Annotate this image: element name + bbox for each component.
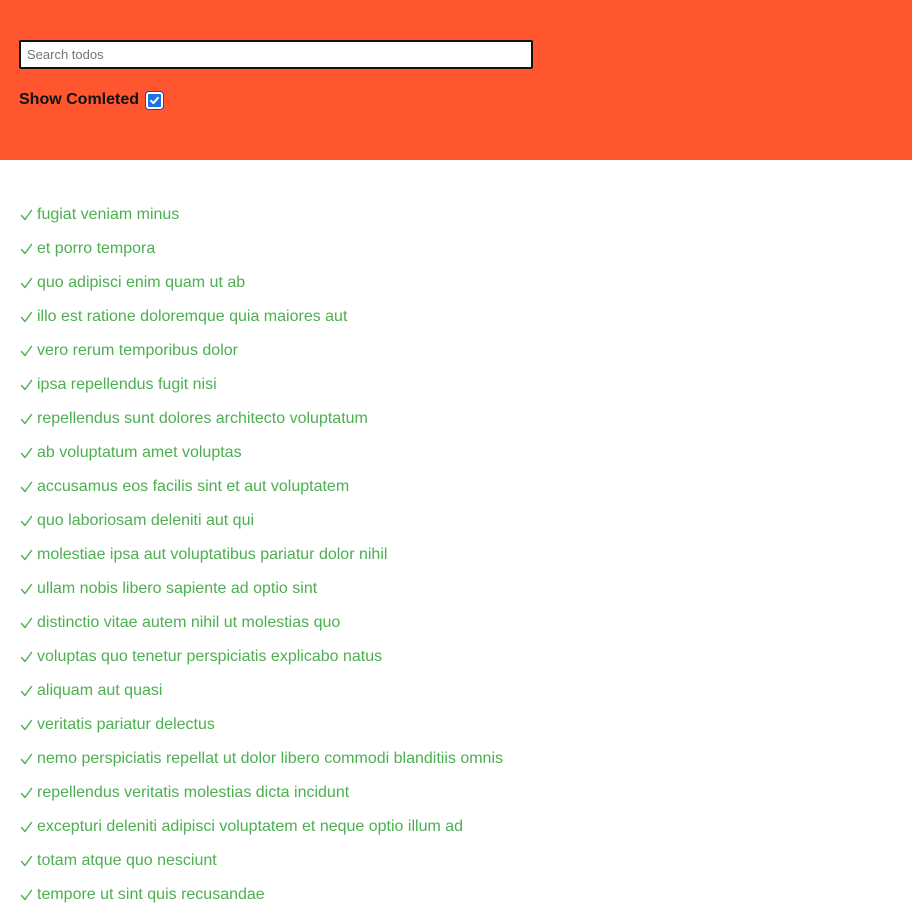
- checkmark-icon: [150, 96, 160, 104]
- todo-text: quo adipisci enim quam ut ab: [37, 274, 246, 291]
- todo-text: distinctio vitae autem nihil ut molestia…: [37, 614, 341, 631]
- header-bar: Show Comleted: [0, 0, 912, 160]
- check-icon: [19, 378, 33, 392]
- check-icon: [19, 718, 33, 732]
- check-icon: [19, 650, 33, 664]
- check-icon: [19, 514, 33, 528]
- todo-item[interactable]: vero rerum temporibus dolor: [19, 334, 503, 368]
- todo-text: nemo perspiciatis repellat ut dolor libe…: [37, 750, 503, 767]
- check-icon: [19, 548, 33, 562]
- check-icon: [19, 582, 33, 596]
- todo-text: voluptas quo tenetur perspiciatis explic…: [37, 648, 383, 665]
- todo-list: fugiat veniam minus et porro tempora quo a…: [19, 198, 503, 912]
- todo-text: ullam nobis libero sapiente ad optio sin…: [37, 580, 318, 597]
- check-icon: [19, 344, 33, 358]
- todo-item[interactable]: excepturi deleniti adipisci voluptatem e…: [19, 810, 503, 844]
- todo-item[interactable]: accusamus eos facilis sint et aut volupt…: [19, 470, 503, 504]
- todo-item[interactable]: ab voluptatum amet voluptas: [19, 436, 503, 470]
- check-icon: [19, 854, 33, 868]
- show-completed-filter: Show Comleted: [19, 88, 164, 112]
- todo-item[interactable]: quo laboriosam deleniti aut qui: [19, 504, 503, 538]
- check-icon: [19, 684, 33, 698]
- todo-item[interactable]: tempore ut sint quis recusandae: [19, 878, 503, 912]
- todo-item[interactable]: molestiae ipsa aut voluptatibus pariatur…: [19, 538, 503, 572]
- todo-item[interactable]: ipsa repellendus fugit nisi: [19, 368, 503, 402]
- todo-item[interactable]: fugiat veniam minus: [19, 198, 503, 232]
- show-completed-checkbox[interactable]: [146, 91, 164, 109]
- check-icon: [19, 446, 33, 460]
- check-icon: [19, 752, 33, 766]
- todo-item[interactable]: nemo perspiciatis repellat ut dolor libe…: [19, 742, 503, 776]
- check-icon: [19, 888, 33, 902]
- check-icon: [19, 310, 33, 324]
- check-icon: [19, 480, 33, 494]
- todo-item[interactable]: et porro tempora: [19, 232, 503, 266]
- todo-item[interactable]: repellendus sunt dolores architecto volu…: [19, 402, 503, 436]
- todo-item[interactable]: ullam nobis libero sapiente ad optio sin…: [19, 572, 503, 606]
- todo-text: quo laboriosam deleniti aut qui: [37, 512, 255, 529]
- todo-item[interactable]: totam atque quo nesciunt: [19, 844, 503, 878]
- todo-item[interactable]: aliquam aut quasi: [19, 674, 503, 708]
- todo-text: et porro tempora: [37, 240, 156, 257]
- todo-text: aliquam aut quasi: [37, 682, 163, 699]
- todo-text: excepturi deleniti adipisci voluptatem e…: [37, 818, 464, 835]
- todo-text: ab voluptatum amet voluptas: [37, 444, 242, 461]
- todo-text: veritatis pariatur delectus: [37, 716, 215, 733]
- check-icon: [19, 820, 33, 834]
- todo-item[interactable]: voluptas quo tenetur perspiciatis explic…: [19, 640, 503, 674]
- check-icon: [19, 412, 33, 426]
- todo-item[interactable]: repellendus veritatis molestias dicta in…: [19, 776, 503, 810]
- todo-item[interactable]: quo adipisci enim quam ut ab: [19, 266, 503, 300]
- todo-item[interactable]: veritatis pariatur delectus: [19, 708, 503, 742]
- todo-text: illo est ratione doloremque quia maiores…: [37, 308, 348, 325]
- todo-text: tempore ut sint quis recusandae: [37, 886, 265, 903]
- todo-text: vero rerum temporibus dolor: [37, 342, 238, 359]
- todo-text: ipsa repellendus fugit nisi: [37, 376, 217, 393]
- check-icon: [19, 786, 33, 800]
- check-icon: [19, 242, 33, 256]
- todo-text: totam atque quo nesciunt: [37, 852, 217, 869]
- todo-text: fugiat veniam minus: [37, 206, 180, 223]
- todo-item[interactable]: distinctio vitae autem nihil ut molestia…: [19, 606, 503, 640]
- check-icon: [19, 616, 33, 630]
- todo-text: molestiae ipsa aut voluptatibus pariatur…: [37, 546, 388, 563]
- todo-text: repellendus sunt dolores architecto volu…: [37, 410, 368, 427]
- todo-item[interactable]: illo est ratione doloremque quia maiores…: [19, 300, 503, 334]
- show-completed-label[interactable]: Show Comleted: [19, 91, 139, 109]
- check-icon: [19, 208, 33, 222]
- check-icon: [19, 276, 33, 290]
- todo-text: accusamus eos facilis sint et aut volupt…: [37, 478, 350, 495]
- todo-text: repellendus veritatis molestias dicta in…: [37, 784, 350, 801]
- search-input[interactable]: [19, 40, 533, 69]
